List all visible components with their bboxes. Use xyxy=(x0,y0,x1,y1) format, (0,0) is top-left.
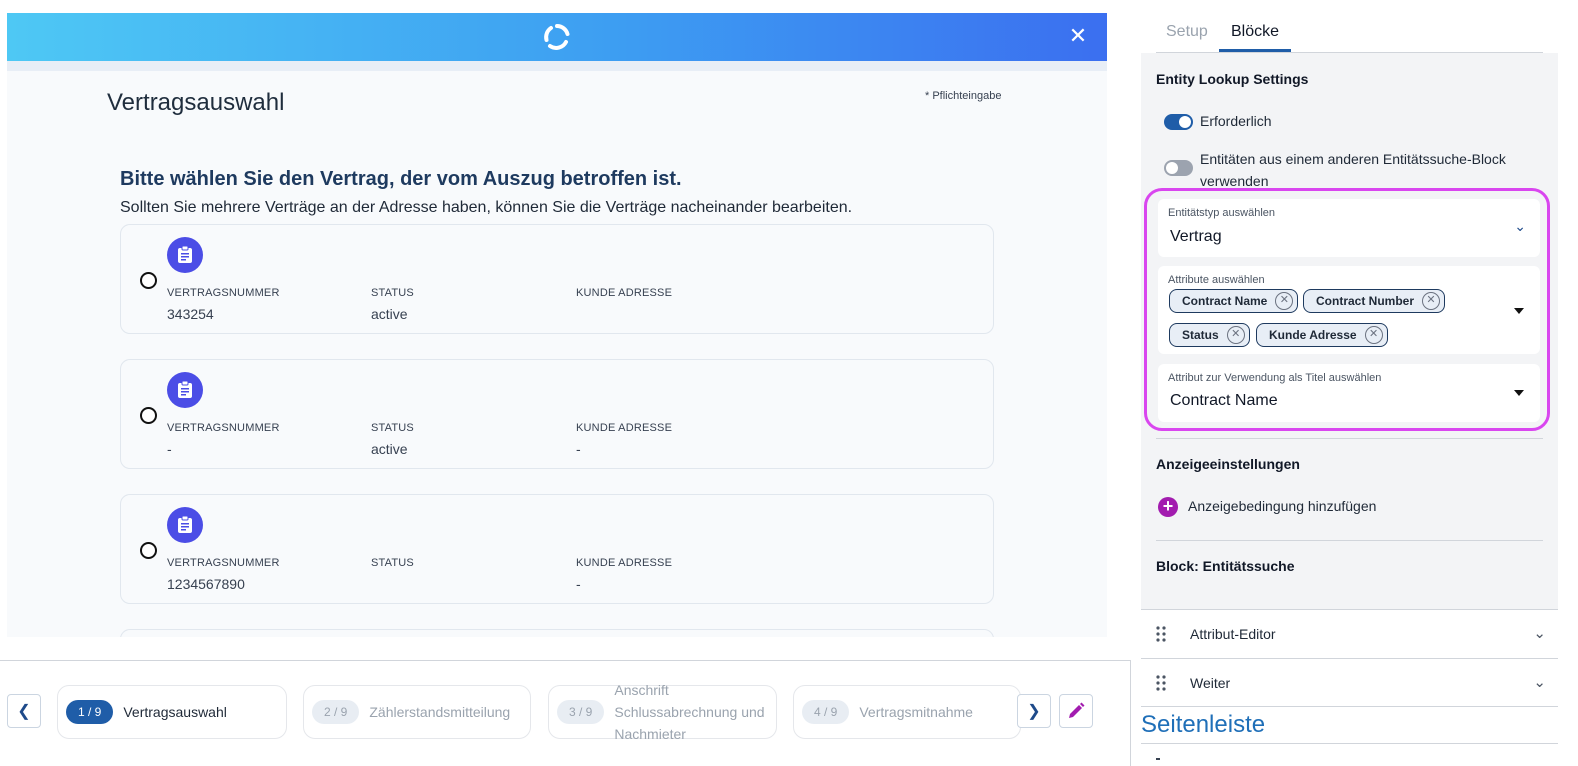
step-label: Vertragsmitnahme xyxy=(859,704,973,720)
form-preview: ✕ Vertragsauswahl * Pflichteingabe Bitte… xyxy=(7,13,1107,637)
other-block-toggle[interactable] xyxy=(1164,160,1193,176)
contract-card[interactable]: VERTRAGSNUMMER STATUS KUNDE ADRESSE - ac… xyxy=(120,359,994,469)
step-label: Anschrift Schlussabrechnung und Nachmiet… xyxy=(614,682,765,742)
column-label: KUNDE ADRESSE xyxy=(576,422,673,434)
close-icon[interactable]: ✕ xyxy=(1067,25,1089,47)
accordion-label: Weiter xyxy=(1190,675,1231,691)
app-logo-icon xyxy=(544,24,570,50)
chevron-down-icon[interactable]: ⌄ xyxy=(1533,673,1546,691)
page-title: Vertragsauswahl xyxy=(107,89,285,116)
toggle-label: Entitäten aus einem anderen Entitätssuch… xyxy=(1200,151,1506,189)
column-label: KUNDE ADRESSE xyxy=(576,557,673,569)
column-label: STATUS xyxy=(371,557,414,569)
sidebar-section-label[interactable]: Seitenleiste xyxy=(1141,711,1265,739)
customer-address: - xyxy=(576,441,581,457)
column-label: VERTRAGSNUMMER xyxy=(167,422,280,434)
column-label: KUNDE ADRESSE xyxy=(576,287,673,299)
accordion-attribut-editor[interactable]: Attribut-Editor ⌄ xyxy=(1141,609,1558,658)
divider xyxy=(1156,540,1543,541)
clipboard-icon xyxy=(167,372,203,408)
pencil-icon xyxy=(1069,702,1085,718)
step-label: Vertragsauswahl xyxy=(123,704,227,720)
question-subheading: Sollten Sie mehrere Verträge an der Adre… xyxy=(120,199,853,216)
step-navigation: ❮ 1 / 9 Vertragsauswahl 2 / 9 Zählerstan… xyxy=(0,660,1130,766)
add-condition-button[interactable]: Anzeigebedingung hinzufügen xyxy=(1188,498,1376,514)
contract-status: active xyxy=(371,306,408,322)
tab-bloecke[interactable]: Blöcke xyxy=(1231,23,1279,41)
step-item[interactable]: 2 / 9 Zählerstandsmitteilung xyxy=(303,685,531,739)
clipboard-icon xyxy=(167,507,203,543)
toggle-knob xyxy=(1179,116,1191,128)
divider xyxy=(1156,438,1543,439)
tab-setup[interactable]: Setup xyxy=(1166,23,1208,41)
step-label: Zählerstandsmitteilung xyxy=(369,704,511,720)
section-title: Entity Lookup Settings xyxy=(1156,71,1309,87)
highlight-outline xyxy=(1144,188,1550,431)
edit-button[interactable] xyxy=(1059,694,1093,728)
plus-circle-icon[interactable]: + xyxy=(1158,497,1178,517)
step-item[interactable]: 4 / 9 Vertragsmitnahme xyxy=(793,685,1021,739)
step-item[interactable]: 3 / 9 Anschrift Schlussabrechnung und Na… xyxy=(548,682,777,742)
column-label: STATUS xyxy=(371,287,414,299)
required-note: * Pflichteingabe xyxy=(925,90,1002,102)
header-shadow-strip xyxy=(7,61,1107,71)
section-title: Anzeigeeinstellungen xyxy=(1156,456,1300,472)
column-label: STATUS xyxy=(371,422,414,434)
accordion-label: Attribut-Editor xyxy=(1190,626,1276,642)
preview-header: ✕ xyxy=(7,13,1107,61)
contract-number: - xyxy=(167,441,172,457)
contract-number: 1234567890 xyxy=(167,576,245,592)
clipboard-icon xyxy=(167,237,203,273)
contract-card[interactable] xyxy=(120,629,994,637)
divider xyxy=(1141,743,1558,744)
card-radio[interactable] xyxy=(140,272,157,289)
divider xyxy=(1130,660,1131,766)
question-heading: Bitte wählen Sie den Vertrag, der vom Au… xyxy=(120,168,682,190)
prev-step-button[interactable]: ❮ xyxy=(7,694,41,728)
divider xyxy=(1141,706,1558,707)
drag-handle-icon[interactable] xyxy=(1155,675,1167,691)
card-radio[interactable] xyxy=(140,542,157,559)
truncated-item xyxy=(1156,758,1160,760)
required-toggle[interactable] xyxy=(1164,114,1193,130)
step-badge: 1 / 9 xyxy=(66,700,114,724)
contract-card[interactable]: VERTRAGSNUMMER STATUS KUNDE ADRESSE 3432… xyxy=(120,224,994,334)
toggle-knob xyxy=(1166,162,1178,174)
contract-status: active xyxy=(371,441,408,457)
toggle-label: Erforderlich xyxy=(1200,113,1272,129)
customer-address: - xyxy=(576,576,581,592)
chevron-right-icon: ❯ xyxy=(1027,703,1041,720)
card-radio[interactable] xyxy=(140,407,157,424)
chevron-down-icon[interactable]: ⌄ xyxy=(1533,624,1546,642)
contract-number: 343254 xyxy=(167,306,214,322)
step-badge: 2 / 9 xyxy=(312,700,360,724)
drag-handle-icon[interactable] xyxy=(1155,626,1167,642)
step-badge: 3 / 9 xyxy=(557,700,605,724)
step-item[interactable]: 1 / 9 Vertragsauswahl xyxy=(57,685,287,739)
chevron-left-icon: ❮ xyxy=(17,703,31,720)
step-badge: 4 / 9 xyxy=(802,700,850,724)
next-step-button[interactable]: ❯ xyxy=(1017,694,1051,728)
accordion-weiter[interactable]: Weiter ⌄ xyxy=(1141,658,1558,707)
contract-card[interactable]: VERTRAGSNUMMER STATUS KUNDE ADRESSE 1234… xyxy=(120,494,994,604)
column-label: VERTRAGSNUMMER xyxy=(167,287,280,299)
column-label: VERTRAGSNUMMER xyxy=(167,557,280,569)
section-title: Block: Entitätssuche xyxy=(1156,558,1295,574)
